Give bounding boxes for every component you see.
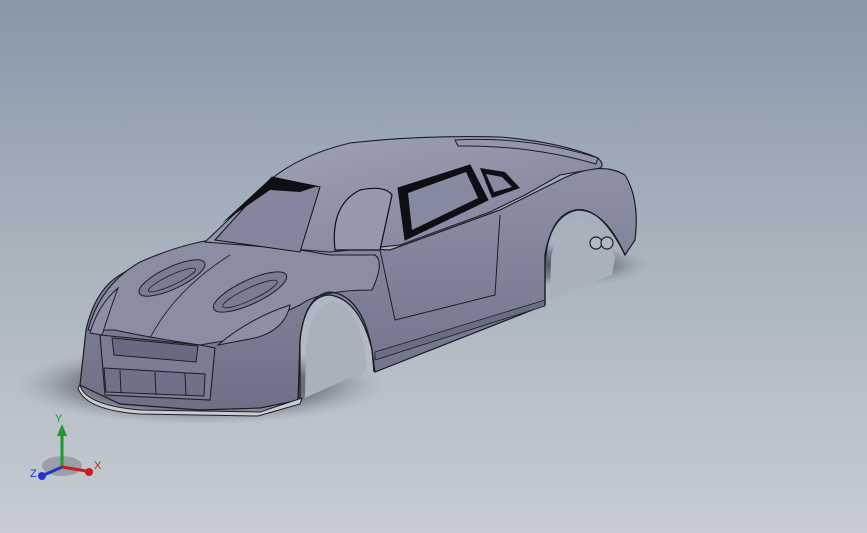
car-body-model[interactable] — [0, 0, 867, 533]
z-axis-tip — [38, 472, 46, 480]
view-orientation-triad: Y X Z — [28, 412, 108, 484]
x-axis-tip — [85, 468, 93, 476]
y-axis-arrow — [57, 424, 67, 436]
triad-graphic — [38, 424, 93, 480]
z-axis-label: Z — [30, 468, 37, 480]
exhaust-tip-right — [600, 236, 614, 250]
exhaust-tip-left — [589, 236, 603, 250]
rear-wheel-well — [550, 219, 615, 300]
y-axis-label: Y — [55, 413, 63, 425]
x-axis-label: X — [94, 460, 102, 472]
graphics-viewport[interactable]: Y X Z — [0, 0, 867, 533]
